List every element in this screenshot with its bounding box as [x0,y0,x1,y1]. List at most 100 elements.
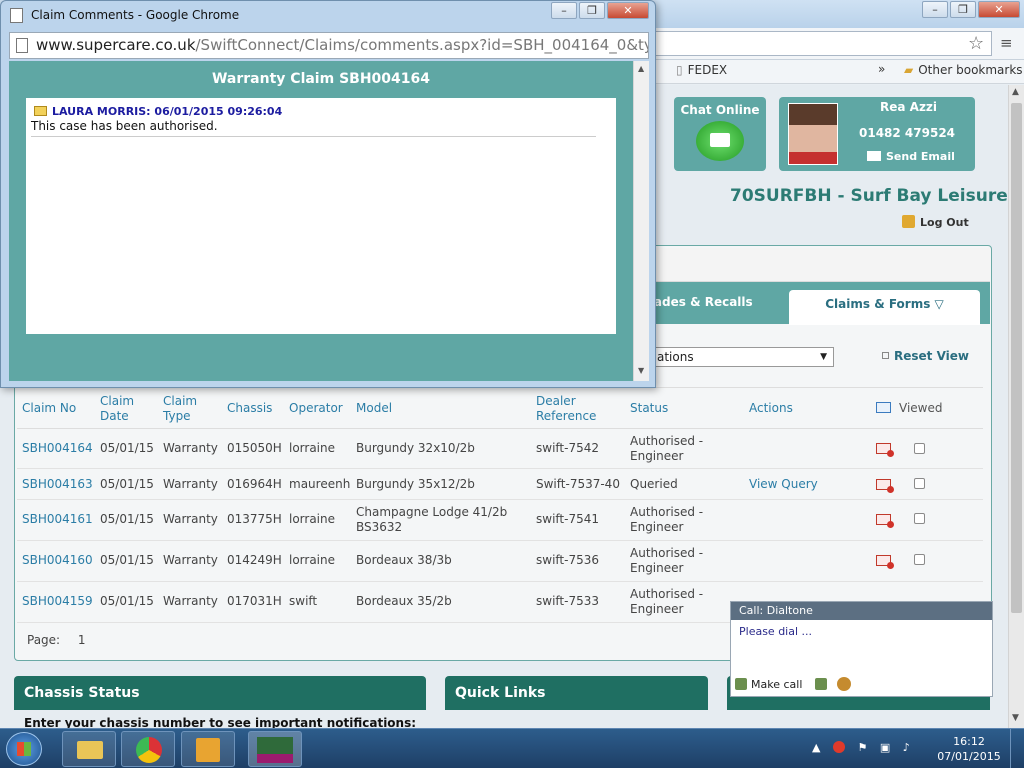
outlook-icon[interactable] [181,731,235,767]
chassis: 016964H [227,477,282,491]
lock-icon [902,215,915,228]
hangup-icon[interactable] [815,678,827,690]
comments-envelope-icon[interactable] [876,514,894,528]
col-dealer-ref-line2[interactable]: Reference [536,409,596,424]
clock[interactable]: 16:12 07/01/2015 [936,734,1002,764]
scroll-down-icon[interactable]: ▼ [638,366,644,375]
viewed-checkbox[interactable] [914,554,925,565]
popup-address-bar[interactable]: www.supercare.co.uk/SwiftConnect/Claims/… [9,32,649,59]
bookmark-fedex[interactable]: ▯ FEDEX [676,63,727,77]
call-dialog-title: Call: Dialtone [731,602,992,620]
reset-view-button[interactable]: Reset View [882,349,969,363]
col-claim-no[interactable]: Claim No [22,401,76,416]
model: Burgundy 32x10/2b [356,441,475,455]
dealer-reference: swift-7536 [536,553,599,567]
chrome-menu-icon[interactable]: ≡ [1000,34,1013,52]
popup-scrollbar[interactable]: ▲ ▼ [633,61,649,381]
claim-date: 05/01/15 [100,441,154,455]
operator: swift [289,594,318,608]
comments-envelope-icon[interactable] [876,555,894,569]
table-row: SBH004164 05/01/15 Warranty 015050H lorr… [17,429,983,469]
chrome-icon[interactable] [121,731,175,767]
contact-name: Rea Azzi [880,100,938,114]
megaphone-icon [696,121,744,161]
bookmarks-overflow-button[interactable]: » [878,62,885,76]
claim-number-link[interactable]: SBH004159 [22,594,93,609]
view-query-link[interactable]: View Query [749,477,818,492]
tab-upgrades-recalls[interactable]: rades & Recalls [648,295,753,309]
call-dialog-message: Please dial ... [739,625,813,638]
scroll-up-icon[interactable]: ▲ [1012,87,1019,97]
envelope-icon [876,402,891,413]
status-line1: Authorised - [630,587,704,601]
claim-number-link[interactable]: SBH004160 [22,553,93,568]
sage-icon[interactable] [248,731,302,767]
col-operator[interactable]: Operator [289,401,343,416]
viewed-checkbox[interactable] [914,513,925,524]
comments-envelope-icon[interactable] [876,479,894,493]
page-number-link[interactable]: 1 [78,633,86,647]
claims-filter-select[interactable]: ations ▼ [642,347,834,367]
col-chassis[interactable]: Chassis [227,401,272,416]
col-claim-date-line1[interactable]: Claim [100,394,134,409]
background-address-bar[interactable] [648,31,992,56]
comments-list: LAURA MORRIS: 06/01/2015 09:26:04 This c… [26,98,616,334]
page-scrollbar[interactable]: ▲ ▼ [1008,85,1024,728]
logout-link[interactable]: Log Out [902,215,969,229]
col-claim-date-line2[interactable]: Date [100,409,129,424]
page-icon [16,38,28,53]
viewed-checkbox[interactable] [914,443,925,454]
sub-navigation-bar [640,248,990,282]
tray-expand-icon[interactable]: ▲ [812,741,820,754]
show-desktop-button[interactable] [1010,729,1024,768]
comments-envelope-icon[interactable] [876,443,894,457]
page-icon [10,8,23,23]
comment-author: LAURA MORRIS: 06/01/2015 09:26:04 [34,105,282,118]
explorer-icon[interactable] [62,731,116,767]
scroll-down-icon[interactable]: ▼ [1012,713,1019,723]
close-button[interactable]: ✕ [978,1,1020,18]
popup-window-title: Claim Comments - Google Chrome [31,8,240,22]
claim-number-link[interactable]: SBH004161 [22,512,93,527]
claim-number-link[interactable]: SBH004164 [22,441,93,456]
minimize-button[interactable]: – [551,2,577,19]
volume-icon[interactable]: ♪ [903,741,910,754]
pager: Page: 1 [27,633,86,647]
start-button[interactable] [6,732,42,766]
claim-number-link[interactable]: SBH004163 [22,477,93,492]
col-claim-type-line2[interactable]: Type [163,409,191,424]
col-claim-type-line1[interactable]: Claim [163,394,197,409]
maximize-button[interactable]: ❐ [579,2,605,19]
chat-online-button[interactable]: Chat Online [674,97,766,171]
col-status[interactable]: Status [630,401,668,416]
bookmark-other[interactable]: ▰ Other bookmarks [904,63,1023,77]
comment-icon [34,106,47,116]
url-path: /SwiftConnect/Claims/comments.aspx?id=SB… [195,36,649,54]
chat-online-label: Chat Online [680,103,760,117]
flag-icon[interactable]: ⚑ [857,741,867,754]
alert-icon[interactable] [832,741,845,753]
col-viewed: Viewed [899,401,943,415]
network-icon[interactable]: ▣ [880,741,890,754]
transfer-icon[interactable] [837,677,851,691]
reset-icon [882,352,889,359]
bookmark-star-icon[interactable]: ☆ [968,33,984,54]
viewed-checkbox[interactable] [914,478,925,489]
chassis: 013775H [227,512,282,526]
send-email-link[interactable]: Send Email [867,150,955,163]
tab-claims-forms[interactable]: Claims & Forms ▽ [789,290,980,325]
dealer-name: 70SURFBH - Surf Bay Leisure [730,186,1008,206]
background-window-controls: – ❐ ✕ [920,1,1020,18]
divider [31,136,596,137]
scroll-up-icon[interactable]: ▲ [638,64,644,73]
close-button[interactable]: ✕ [607,2,649,19]
operator: lorraine [289,441,336,455]
col-model[interactable]: Model [356,401,392,416]
minimize-button[interactable]: – [922,1,948,18]
make-call-button[interactable]: Make call [735,678,802,691]
scroll-thumb[interactable] [1011,103,1022,613]
maximize-button[interactable]: ❐ [950,1,976,18]
taskbar: ▲ ⚑ ▣ ♪ 16:12 07/01/2015 [0,728,1024,768]
col-dealer-ref-line1[interactable]: Dealer [536,394,576,409]
popup-heading: Warranty Claim SBH004164 [211,71,430,87]
